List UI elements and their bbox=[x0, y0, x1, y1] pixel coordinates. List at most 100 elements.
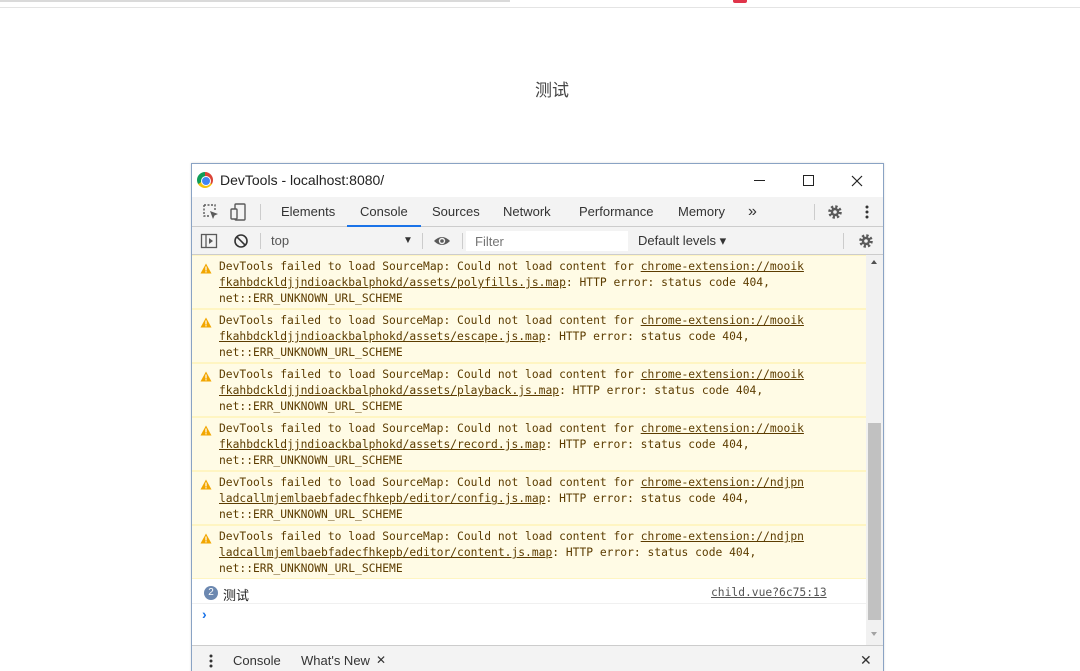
toolbar-divider bbox=[260, 233, 261, 249]
sourcemap-link[interactable]: fkahbdckldjjndioackbalphokd/assets/playb… bbox=[219, 384, 559, 397]
log-message-text: 测试 bbox=[223, 589, 250, 604]
warning-suffix: : HTTP error: status code 404, bbox=[545, 492, 750, 505]
warning-suffix: : HTTP error: status code 404, bbox=[545, 330, 750, 343]
warning-prefix: DevTools failed to load SourceMap: Could… bbox=[219, 314, 641, 327]
warning-suffix: : HTTP error: status code 404, bbox=[545, 438, 750, 451]
tab-sources[interactable]: Sources bbox=[432, 197, 480, 227]
inspect-element-icon[interactable] bbox=[202, 203, 220, 221]
warning-error-code: net::ERR_UNKNOWN_URL_SCHEME bbox=[219, 400, 403, 413]
console-warning-message[interactable]: DevTools failed to load SourceMap: Could… bbox=[192, 525, 866, 579]
warning-triangle-icon bbox=[200, 425, 212, 436]
console-log-row[interactable]: 2 测试 child.vue?6c75:13 bbox=[192, 582, 866, 604]
console-messages[interactable]: DevTools failed to load SourceMap: Could… bbox=[192, 255, 866, 645]
settings-gear-icon[interactable] bbox=[826, 203, 844, 221]
close-whats-new-icon[interactable]: ✕ bbox=[376, 653, 386, 667]
maximize-icon bbox=[802, 175, 814, 186]
warning-prefix: DevTools failed to load SourceMap: Could… bbox=[219, 530, 641, 543]
console-scrollbar[interactable] bbox=[866, 255, 883, 645]
warning-prefix: DevTools failed to load SourceMap: Could… bbox=[219, 422, 641, 435]
sourcemap-link[interactable]: chrome-extension://mooik bbox=[641, 368, 804, 381]
tab-performance[interactable]: Performance bbox=[579, 197, 653, 227]
clear-console-icon[interactable] bbox=[232, 232, 250, 250]
tab-strip-segment bbox=[0, 0, 510, 2]
warning-suffix: : HTTP error: status code 404, bbox=[559, 384, 764, 397]
drawer-tab-whats-new[interactable]: What's New bbox=[301, 653, 370, 668]
toolbar-divider bbox=[843, 233, 844, 249]
tab-indicator bbox=[733, 0, 747, 3]
show-sidebar-icon[interactable] bbox=[200, 232, 218, 250]
sourcemap-link[interactable]: fkahbdckldjjndioackbalphokd/assets/recor… bbox=[219, 438, 545, 451]
log-source-link[interactable]: child.vue?6c75:13 bbox=[711, 586, 827, 599]
warning-triangle-icon bbox=[200, 371, 212, 382]
scroll-up-arrow-icon[interactable] bbox=[871, 260, 877, 264]
toolbar-divider bbox=[422, 233, 423, 249]
more-tabs-button[interactable]: » bbox=[748, 197, 757, 227]
sourcemap-link[interactable]: chrome-extension://ndjpn bbox=[641, 476, 804, 489]
filter-input[interactable] bbox=[466, 231, 628, 251]
console-warning-message[interactable]: DevTools failed to load SourceMap: Could… bbox=[192, 363, 866, 417]
console-warning-message[interactable]: DevTools failed to load SourceMap: Could… bbox=[192, 417, 866, 471]
warning-triangle-icon bbox=[200, 317, 212, 328]
maximize-button[interactable] bbox=[784, 164, 832, 197]
window-title: DevTools - localhost:8080/ bbox=[220, 172, 385, 188]
console-warning-message[interactable]: DevTools failed to load SourceMap: Could… bbox=[192, 309, 866, 363]
warning-prefix: DevTools failed to load SourceMap: Could… bbox=[219, 260, 641, 273]
warning-error-code: net::ERR_UNKNOWN_URL_SCHEME bbox=[219, 292, 403, 305]
warning-message-text: DevTools failed to load SourceMap: Could… bbox=[219, 313, 849, 361]
toolbar-divider bbox=[814, 204, 815, 220]
sourcemap-link[interactable]: chrome-extension://ndjpn bbox=[641, 530, 804, 543]
minimize-icon bbox=[753, 180, 765, 181]
drawer-menu-kebab-icon[interactable] bbox=[202, 652, 220, 670]
warning-error-code: net::ERR_UNKNOWN_URL_SCHEME bbox=[219, 562, 403, 575]
warning-error-code: net::ERR_UNKNOWN_URL_SCHEME bbox=[219, 508, 403, 521]
panel-tab-bar: Elements Console Sources Network Perform… bbox=[192, 197, 883, 227]
sourcemap-link[interactable]: fkahbdckldjjndioackbalphokd/assets/escap… bbox=[219, 330, 545, 343]
warning-suffix: : HTTP error: status code 404, bbox=[552, 546, 757, 559]
warning-prefix: DevTools failed to load SourceMap: Could… bbox=[219, 476, 641, 489]
warning-message-text: DevTools failed to load SourceMap: Could… bbox=[219, 367, 849, 415]
context-dropdown-arrow-icon[interactable]: ▼ bbox=[403, 235, 413, 246]
scroll-down-arrow-icon[interactable] bbox=[871, 632, 877, 636]
sourcemap-link[interactable]: ladcallmjemlbaebfadecfhkepb/editor/confi… bbox=[219, 492, 545, 505]
console-warning-message[interactable]: DevTools failed to load SourceMap: Could… bbox=[192, 471, 866, 525]
tab-network[interactable]: Network bbox=[503, 197, 551, 227]
warning-message-text: DevTools failed to load SourceMap: Could… bbox=[219, 421, 849, 469]
context-selector[interactable]: top bbox=[271, 233, 289, 248]
title-bar[interactable]: DevTools - localhost:8080/ bbox=[192, 164, 883, 197]
sourcemap-link[interactable]: chrome-extension://mooik bbox=[641, 314, 804, 327]
warning-message-text: DevTools failed to load SourceMap: Could… bbox=[219, 475, 849, 523]
more-options-kebab-icon[interactable] bbox=[858, 203, 876, 221]
warning-message-text: DevTools failed to load SourceMap: Could… bbox=[219, 259, 849, 307]
sourcemap-link[interactable]: fkahbdckldjjndioackbalphokd/assets/polyf… bbox=[219, 276, 566, 289]
close-window-button[interactable] bbox=[833, 164, 881, 197]
console-settings-gear-icon[interactable] bbox=[857, 232, 875, 250]
live-expression-eye-icon[interactable] bbox=[433, 232, 451, 250]
drawer-tab-bar: Console What's New ✕ ✕ bbox=[192, 645, 883, 671]
close-drawer-icon[interactable]: ✕ bbox=[860, 652, 872, 669]
tab-console[interactable]: Console bbox=[347, 197, 421, 227]
sourcemap-link[interactable]: chrome-extension://mooik bbox=[641, 260, 804, 273]
sourcemap-link[interactable]: ladcallmjemlbaebfadecfhkepb/editor/conte… bbox=[219, 546, 552, 559]
toolbar-divider bbox=[462, 233, 463, 249]
warning-triangle-icon bbox=[200, 533, 212, 544]
warning-error-code: net::ERR_UNKNOWN_URL_SCHEME bbox=[219, 346, 403, 359]
browser-top-strip bbox=[0, 0, 1080, 8]
log-levels-dropdown[interactable]: Default levels ▾ bbox=[638, 233, 726, 249]
tab-memory[interactable]: Memory bbox=[678, 197, 725, 227]
warning-triangle-icon bbox=[200, 263, 212, 274]
repeat-count-badge: 2 bbox=[204, 586, 218, 600]
tab-elements[interactable]: Elements bbox=[281, 197, 335, 227]
console-warning-message[interactable]: DevTools failed to load SourceMap: Could… bbox=[192, 255, 866, 309]
minimize-button[interactable] bbox=[735, 164, 783, 197]
chrome-logo-icon bbox=[197, 172, 213, 188]
console-prompt[interactable]: › bbox=[202, 606, 207, 622]
drawer-tab-console[interactable]: Console bbox=[233, 653, 281, 668]
devtools-window: DevTools - localhost:8080/ Elements Cons… bbox=[191, 163, 884, 671]
sourcemap-link[interactable]: chrome-extension://mooik bbox=[641, 422, 804, 435]
warning-triangle-icon bbox=[200, 479, 212, 490]
scrollbar-thumb[interactable] bbox=[868, 423, 881, 620]
warning-suffix: : HTTP error: status code 404, bbox=[565, 276, 770, 289]
device-toolbar-icon[interactable] bbox=[230, 203, 248, 221]
warning-message-text: DevTools failed to load SourceMap: Could… bbox=[219, 529, 849, 577]
console-filter-bar: top ▼ Default levels ▾ bbox=[192, 227, 883, 255]
